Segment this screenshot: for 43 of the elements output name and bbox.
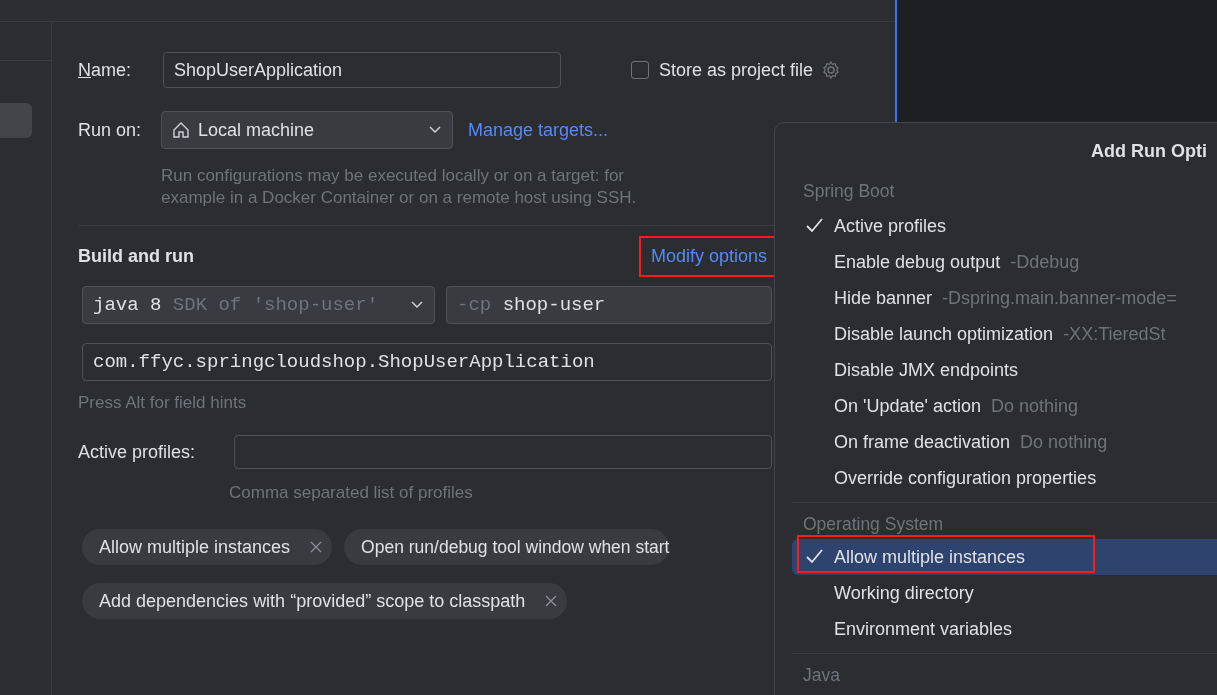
active-profiles-label: Active profiles: [78, 441, 197, 463]
section-heading: Spring Boot [803, 179, 896, 203]
run-on-description: Run configurations may be executed locally or on a target: for example in a Docker Container or on a remote host using SSH. [161, 165, 637, 209]
sdk-dropdown[interactable]: java 8 SDK of 'shop-user' [82, 286, 435, 324]
chevron-down-icon [411, 301, 424, 309]
menu-item[interactable]: On frame deactivation Do nothing [792, 424, 1217, 460]
modify-options-link[interactable]: Modify options [646, 244, 794, 269]
field-hint: Press Alt for field hints [78, 393, 247, 413]
section-heading: Java [803, 663, 841, 687]
close-icon[interactable] [310, 541, 323, 553]
menu-item[interactable]: Environment variables [792, 611, 1217, 647]
section-heading: Operating System [803, 512, 945, 536]
menu-item[interactable]: Enable debug output -Ddebug [792, 244, 1217, 280]
option-chip[interactable]: Allow multiple instances [82, 529, 333, 565]
option-hint: -Ddebug [1010, 251, 1080, 273]
menu-item[interactable]: Working directory [792, 575, 1217, 611]
main-class-field[interactable]: com.ffyc.springcloudshop.ShopUserApplication [82, 343, 772, 381]
option-hint: Do nothing [990, 395, 1079, 417]
menu-item[interactable]: Disable launch optimization -XX:TieredSt [792, 316, 1217, 352]
store-checkbox[interactable] [631, 61, 649, 79]
menu-item[interactable]: On 'Update' action Do nothing [792, 388, 1217, 424]
run-on-dropdown[interactable]: Local machine [161, 111, 453, 149]
name-field[interactable]: ShopUserApplication [163, 52, 561, 88]
menu-item[interactable]: Disable JMX endpoints [792, 352, 1217, 388]
option-chip[interactable]: Open run/debug tool window when start [344, 529, 670, 565]
menu-item[interactable]: Override configuration properties [792, 460, 1217, 496]
checkbox-label: Store as project file [659, 59, 814, 81]
option-hint: -Dspring.main.banner-mode= [942, 287, 1177, 309]
option-hint: -XX:TieredSt [1063, 323, 1166, 345]
option-chip[interactable]: Add dependencies with “provided” scope to classpath [82, 583, 568, 619]
menu-item[interactable]: Hide banner -Dspring.main.banner-mode= [792, 280, 1217, 316]
manage-targets-link[interactable]: Manage targets... [468, 119, 609, 141]
section-title: Build and run [78, 246, 194, 267]
house-icon [172, 121, 190, 139]
active-profiles-hint: Comma separated list of profiles [229, 483, 473, 503]
chevron-down-icon [429, 126, 442, 134]
popup-title: Add Run Opti [1091, 141, 1208, 162]
option-hint: Do nothing [1020, 431, 1108, 453]
run-on-label: Run on: [78, 119, 143, 141]
menu-item[interactable]: Active profiles [792, 208, 1217, 244]
classpath-field[interactable]: -cp shop-user [446, 286, 772, 324]
name-label: Name: [78, 59, 133, 81]
close-icon[interactable] [545, 595, 558, 607]
